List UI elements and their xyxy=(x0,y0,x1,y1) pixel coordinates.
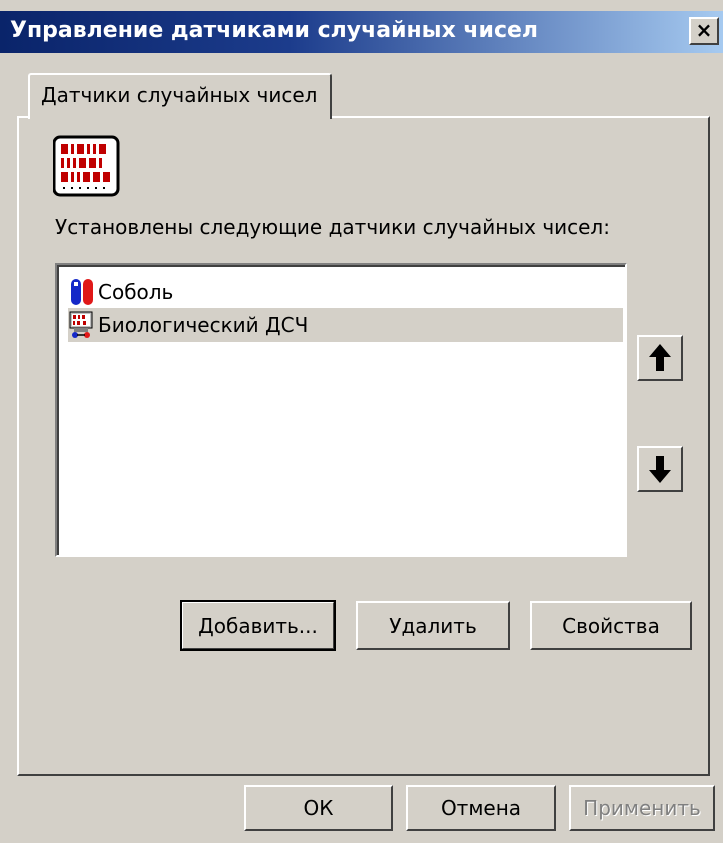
arrow-up-icon xyxy=(649,344,671,371)
properties-label: Свойства xyxy=(562,613,660,638)
add-generator-label: Добавить... xyxy=(198,613,318,638)
ok-button[interactable]: ОК xyxy=(244,785,393,831)
remove-generator-button[interactable]: Удалить xyxy=(356,601,510,650)
move-down-button[interactable] xyxy=(637,446,683,492)
close-button[interactable]: × xyxy=(689,17,719,45)
tab-rng-label: Датчики случайных чисел xyxy=(41,83,318,107)
installed-generators-label: Установлены следующие датчики случайных … xyxy=(55,215,610,239)
title-bar[interactable]: Управление датчиками случайных чисел × xyxy=(0,11,723,53)
cancel-button[interactable]: Отмена xyxy=(406,785,556,831)
biological-rng-icon xyxy=(69,311,93,338)
apply-button[interactable]: Применить xyxy=(569,785,715,831)
list-item-label: Биологический ДСЧ xyxy=(98,313,309,337)
sobol-device-icon xyxy=(71,279,93,305)
apply-label: Применить xyxy=(583,796,701,820)
properties-button[interactable]: Свойства xyxy=(530,601,692,650)
close-icon: × xyxy=(695,18,713,42)
move-up-button[interactable] xyxy=(637,335,683,381)
generators-list[interactable]: Соболь Биологический ДСЧ xyxy=(55,263,627,557)
window-title: Управление датчиками случайных чисел xyxy=(10,18,539,43)
binary-chip-icon xyxy=(53,135,120,197)
cancel-label: Отмена xyxy=(440,796,522,820)
arrow-down-icon xyxy=(649,456,671,483)
ok-label: ОК xyxy=(303,796,334,820)
list-item-label: Соболь xyxy=(98,280,174,304)
add-generator-button[interactable]: Добавить... xyxy=(180,600,336,651)
tab-rng[interactable]: Датчики случайных чисел xyxy=(28,73,332,119)
list-item-sobol[interactable]: Соболь xyxy=(68,275,623,309)
remove-generator-label: Удалить xyxy=(389,613,477,638)
list-item-biological-rng[interactable]: Биологический ДСЧ xyxy=(68,308,623,342)
